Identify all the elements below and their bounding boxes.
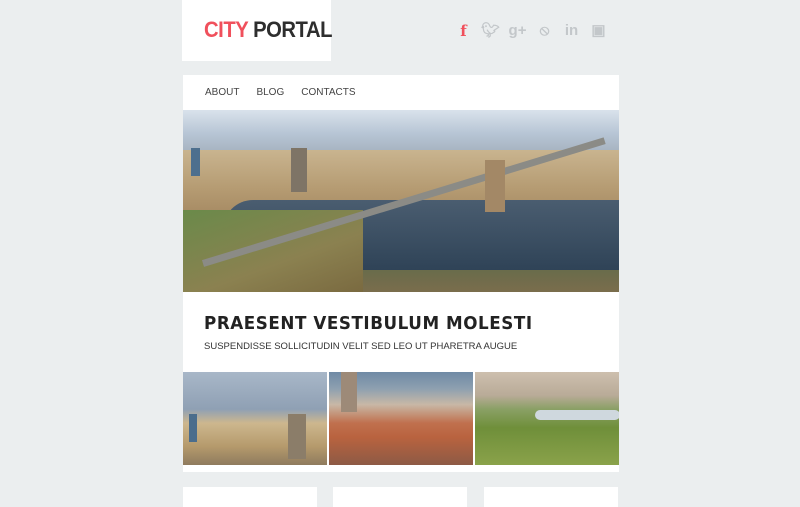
article-headline[interactable]: PRAESENT VESTIBULUM MOLESTI [204,313,533,334]
social-links: f 🐦︎ g+ ⦸ in ▣ [450,21,612,41]
logo-portal: PORTAL [253,17,333,42]
logo-city: CITY [204,17,248,42]
thumbnail-image[interactable] [183,372,327,465]
content-column [333,487,467,507]
nav-contacts[interactable]: CONTACTS [301,87,355,98]
nav-blog[interactable]: BLOG [256,87,284,98]
hero-tower [485,160,505,212]
hero-sky [183,110,619,152]
facebook-icon[interactable]: f [450,21,477,41]
main-card: ABOUT BLOG CONTACTS PRAESENT VESTIBULUM … [183,75,619,472]
linkedin-icon[interactable]: in [558,21,585,41]
hero-tower [291,148,307,192]
hero-image [183,110,619,292]
article-subheading: SUSPENDISSE SOLLICITUDIN VELIT SED LEO U… [204,341,518,352]
google-plus-icon[interactable]: g+ [504,21,531,41]
nav-about[interactable]: ABOUT [205,87,239,98]
thumbnail-gallery [183,372,619,465]
main-nav: ABOUT BLOG CONTACTS [205,87,356,98]
content-column [183,487,317,507]
thumbnail-image[interactable] [475,372,619,465]
thumbnail-image[interactable] [329,372,473,465]
content-column [484,487,618,507]
instagram-icon[interactable]: ▣ [585,21,612,41]
logo-box[interactable]: CITY PORTAL [182,0,332,61]
rss-icon[interactable]: ⦸ [531,21,558,41]
logo[interactable]: CITY PORTAL [204,17,332,43]
twitter-icon[interactable]: 🐦︎ [477,21,504,41]
hero-tower [191,148,200,176]
